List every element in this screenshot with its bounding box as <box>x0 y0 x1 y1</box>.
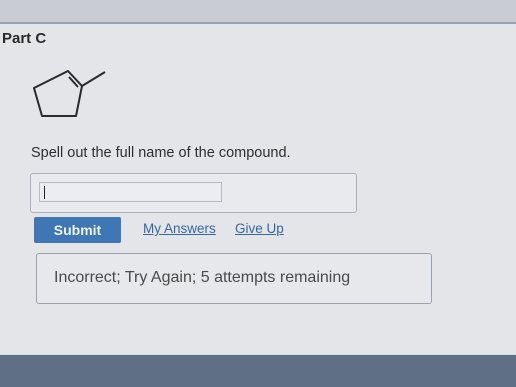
give-up-link[interactable]: Give Up <box>235 221 284 236</box>
feedback-box: Incorrect; Try Again; 5 attempts remaini… <box>36 253 432 304</box>
answer-container <box>30 173 357 213</box>
methylcyclopentene-structure <box>33 70 106 117</box>
text-cursor <box>44 186 45 199</box>
my-answers-link[interactable]: My Answers <box>143 221 216 236</box>
submit-button[interactable]: Submit <box>34 217 121 243</box>
bottom-band <box>0 355 516 387</box>
question-prompt: Spell out the full name of the compound. <box>31 145 291 161</box>
answer-input[interactable] <box>39 182 222 202</box>
top-band <box>0 0 516 24</box>
feedback-message: Incorrect; Try Again; 5 attempts remaini… <box>54 269 351 286</box>
part-title: Part C <box>2 30 47 47</box>
